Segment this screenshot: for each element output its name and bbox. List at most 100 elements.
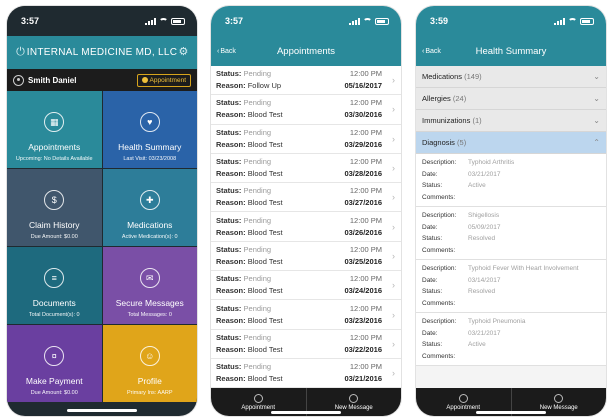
status-icons [554,17,594,25]
diagnosis-item: Description: Shigellosis Date: 05/09/2017 St… [416,207,606,260]
diagnosis-field: Status: Resolved [422,233,600,245]
tile-secure-messages[interactable]: ✉ Secure Messages Total Messages: 0 [102,247,197,324]
section-allergies[interactable]: Allergies (24) ⌄ [416,88,606,110]
back-button[interactable]: ‹ Back [217,48,236,55]
section-diagnosis[interactable]: Diagnosis (5) ⌃ [416,132,606,154]
appointment-info: Status: Pending Reason: Blood Test [216,156,344,180]
home-indicator[interactable] [271,411,341,414]
appointment-time: 12:00 PM [349,244,382,254]
field-value: Typhoid Fever With Heart Involvement [468,265,579,272]
tile-medications[interactable]: ✚ Medications Active Medication(s): 0 [102,169,197,246]
pill-icon: ✚ [139,190,160,210]
new-message-label: New Message [539,404,578,411]
tile-label: Secure Messages [115,298,184,308]
appointment-row[interactable]: Status: Pending Reason: Blood Test 12:00 P… [211,359,401,389]
appointment-info: Status: Pending Reason: Blood Test [216,361,344,385]
appointment-row[interactable]: Status: Pending Reason: Blood Test 12:00 P… [211,300,401,330]
field-value: Typhoid Pneumonia [468,318,526,325]
tile-profile[interactable]: ☺ Profile Primary Ins: AARP [102,325,197,402]
clock: 3:57 [225,16,244,26]
appointment-reason: Blood Test [247,286,283,296]
field-label: Date: [422,170,438,178]
tile-sub: Total Messages: 0 [127,312,172,318]
appointment-reason: Blood Test [247,110,283,120]
tile-label: Make Payment [25,376,83,386]
section-name: Diagnosis [422,138,455,147]
appointment-reason: Blood Test [247,344,283,354]
appointment-date: 03/24/2016 [344,286,382,296]
diagnosis-field: Status: Active [422,180,600,192]
plus-circle-icon [458,393,468,403]
appointment-time: 12:00 PM [349,98,382,108]
tile-claim-history[interactable]: $ Claim History Due Amount: $0.00 [7,169,102,246]
back-label: Back [220,47,236,55]
appointments-screen: 3:57 ‹ Back Appointments Status: Pending R… [211,6,401,416]
home-indicator[interactable] [67,409,137,412]
wifi-icon [363,17,372,25]
appointment-row[interactable]: Status: Pending Reason: Blood Test 12:00 P… [211,212,401,242]
appointment-row[interactable]: Status: Pending Reason: Follow Up 12:00 PM… [211,66,401,96]
field-value: Active [468,341,486,348]
appointment-status: Pending [243,127,272,137]
user-name: Smith Daniel [13,74,76,86]
section-medications[interactable]: Medications (149) ⌄ [416,66,606,88]
diagnosis-field: Date: 05/09/2017 [422,222,600,234]
section-name: Immunizations [422,116,471,125]
appointment-date: 03/27/2016 [344,198,382,208]
appointment-time: 12:00 PM [349,332,382,342]
status-key: Status: [216,362,242,372]
tile-sub: Last Visit: 03/23/2008 [123,156,177,162]
appointment-row[interactable]: Status: Pending Reason: Blood Test 12:00 P… [211,95,401,125]
appointment-info: Status: Pending Reason: Blood Test [216,215,344,239]
plus-icon [141,77,148,83]
diagnosis-field: Comments: [422,351,600,363]
appointment-row[interactable]: Status: Pending Reason: Blood Test 12:00 P… [211,154,401,184]
appointment-row[interactable]: Status: Pending Reason: Blood Test 12:00 P… [211,330,401,359]
power-icon[interactable]: ⏻ [15,47,26,58]
appointment-reason: Blood Test [247,374,283,384]
reason-key: Reason: [216,169,246,179]
appointment-info: Status: Pending Reason: Blood Test [216,273,344,297]
appointment-row[interactable]: Status: Pending Reason: Blood Test 12:00 P… [211,271,401,301]
tile-make-payment[interactable]: ¤ Make Payment Due Amount: $0.00 [7,325,102,402]
field-value: 03/14/2017 [468,276,501,284]
appointment-time: 12:00 PM [349,274,382,284]
home-indicator[interactable] [476,411,546,414]
status-key: Status: [216,274,242,284]
tile-documents[interactable]: ≡ Documents Total Document(s): 0 [7,247,102,324]
tile-health-summary[interactable]: ♥ Health Summary Last Visit: 03/23/2008 [102,91,197,168]
status-key: Status: [216,69,242,79]
appointment-button[interactable]: Appointment [136,73,191,87]
field-label: Date: [422,329,438,337]
diagnosis-field: Comments: [422,192,600,204]
section-count: (24) [452,94,467,103]
dollar-icon: $ [44,190,65,210]
tile-sub: Due Amount: $0.00 [30,390,78,396]
appointment-time: 12:00 PM [349,303,382,313]
appointment-when: 12:00 PM 03/26/2016 [344,215,382,239]
diagnosis-field: Status: Active [422,339,600,351]
new-message-label: New Message [334,404,373,411]
appointment-status: Pending [243,215,272,225]
section-name: Allergies [422,94,451,103]
status-key: Status: [216,303,242,313]
appointment-row[interactable]: Status: Pending Reason: Blood Test 12:00 P… [211,183,401,213]
appointment-time: 12:00 PM [349,362,382,372]
gear-icon[interactable]: ⚙ [178,47,189,58]
status-key: Status: [216,332,242,342]
appointment-status: Pending [243,186,272,196]
chevron-right-icon: › [392,104,395,115]
appointment-when: 12:00 PM 03/27/2016 [344,185,382,209]
field-label: Date: [422,223,438,231]
reason-key: Reason: [216,256,246,266]
tile-appointments[interactable]: ▦ Appointments Upcoming: No Details Avai… [7,91,102,168]
appointment-date: 03/25/2016 [344,256,382,266]
back-button[interactable]: ‹ Back [422,48,441,55]
appointment-row[interactable]: Status: Pending Reason: Blood Test 12:00 P… [211,125,401,154]
appointment-row[interactable]: Status: Pending Reason: Blood Test 12:00 P… [211,242,401,272]
clock: 3:57 [21,16,40,26]
reason-key: Reason: [216,81,246,91]
chevron-right-icon: › [392,338,395,349]
appointment-status: Pending [243,69,272,79]
section-immunizations[interactable]: Immunizations (1) ⌄ [416,110,606,132]
